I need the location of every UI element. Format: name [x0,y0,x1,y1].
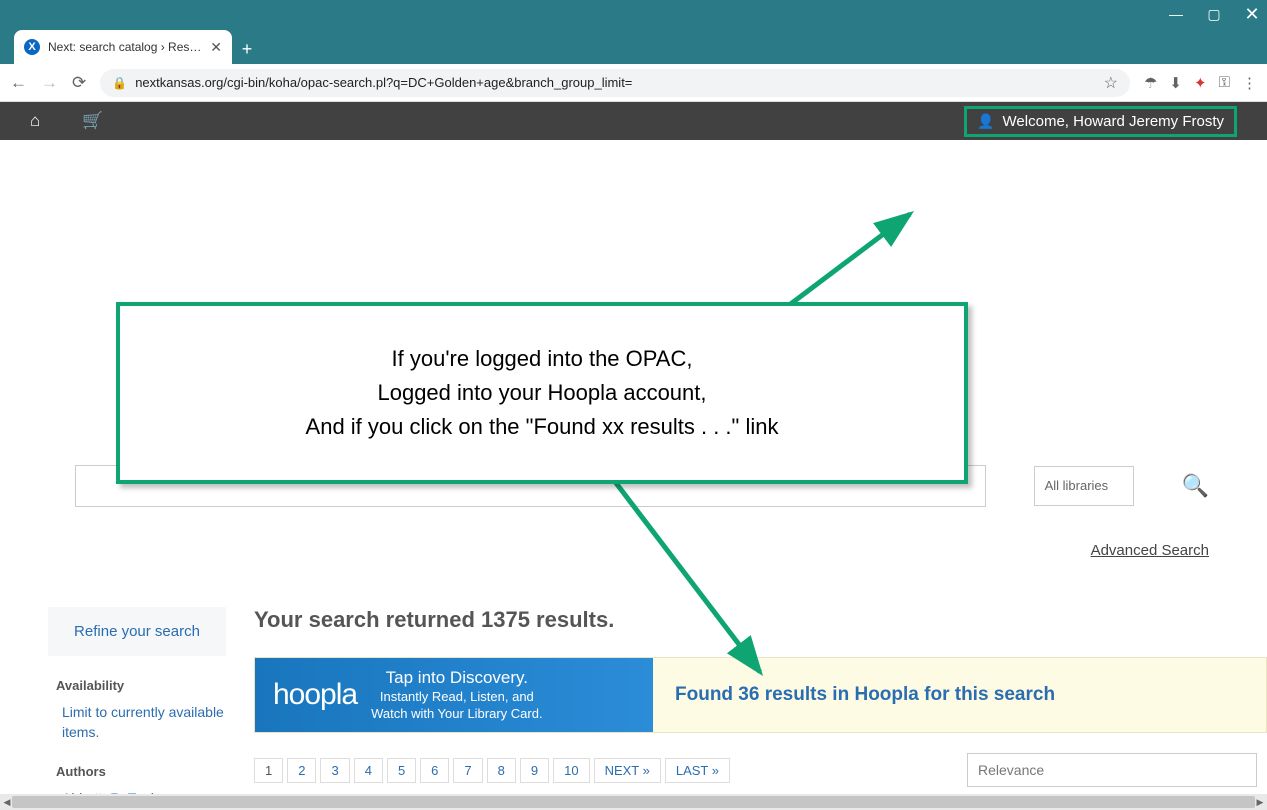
annotation-line: Logged into your Hoopla account, [140,376,944,410]
page-number[interactable]: 4 [354,758,383,783]
maximize-button[interactable]: ▢ [1207,7,1221,21]
home-icon[interactable]: ⌂ [30,111,40,131]
new-tab-button[interactable]: + [232,34,262,64]
tab-close-icon[interactable]: ✕ [210,39,222,56]
address-bar[interactable]: 🔒 nextkansas.org/cgi-bin/koha/opac-searc… [100,69,1130,97]
sidebar-link-available[interactable]: Limit to currently available items. [62,703,226,742]
page-number[interactable]: 2 [287,758,316,783]
hoopla-tagline: Tap into Discovery. Instantly Read, List… [371,667,542,723]
browser-tab-active[interactable]: X Next: search catalog › Results of ✕ [14,30,232,64]
page-number[interactable]: 10 [553,758,589,783]
hoopla-logo: hoopla [273,678,357,712]
page-number[interactable]: 5 [387,758,416,783]
scroll-thumb[interactable] [12,796,1255,808]
browser-tabs: X Next: search catalog › Results of ✕ + [0,28,1267,64]
page-content: ⌂ 🛒 👤 Welcome, Howard Jeremy Frosty If y… [0,102,1267,810]
cart-icon[interactable]: 🛒 [82,111,103,131]
download-icon[interactable]: ⬇ [1169,74,1182,92]
sidebar: Refine your search Availability Limit to… [48,607,226,810]
site-top-nav: ⌂ 🛒 👤 Welcome, Howard Jeremy Frosty [0,102,1267,140]
page-number[interactable]: 6 [420,758,449,783]
pagination: 1 2 3 4 5 6 7 8 9 10 NEXT » LAST » Relev… [254,753,1267,787]
annotation-line: And if you click on the "Found xx result… [140,410,944,444]
user-welcome[interactable]: 👤 Welcome, Howard Jeremy Frosty [964,106,1237,137]
page-number[interactable]: 3 [320,758,349,783]
back-button[interactable]: ← [10,73,27,93]
page-next[interactable]: NEXT » [594,758,661,783]
horizontal-scrollbar[interactable]: ◀ ▶ [0,794,1267,810]
page-number[interactable]: 9 [520,758,549,783]
url-text: nextkansas.org/cgi-bin/koha/opac-search.… [135,75,1095,90]
sidebar-heading-authors: Authors [56,764,226,779]
close-window-button[interactable]: ✕ [1245,7,1259,21]
menu-icon[interactable]: ⋮ [1242,74,1257,92]
tab-title: Next: search catalog › Results of [48,40,202,54]
extension-icons: ☂ ⬇ ✦ ⚿ ⋮ [1144,74,1257,92]
page-last[interactable]: LAST » [665,758,730,783]
favicon-icon: X [24,39,40,55]
advanced-search-link[interactable]: Advanced Search [1091,542,1209,559]
lock-icon: 🔒 [112,76,127,90]
sidebar-heading-availability: Availability [56,678,226,693]
browser-toolbar: ← → ⟳ 🔒 nextkansas.org/cgi-bin/koha/opac… [0,64,1267,102]
annotation-callout: If you're logged into the OPAC, Logged i… [116,302,968,484]
page-number[interactable]: 8 [487,758,516,783]
sort-select[interactable]: Relevance [967,753,1257,787]
library-select[interactable]: All libraries [1034,466,1134,506]
umbrella-icon[interactable]: ☂ [1144,74,1157,92]
annotation-arrow [580,452,800,707]
welcome-text: Welcome, Howard Jeremy Frosty [1003,113,1224,130]
page-number[interactable]: 1 [254,758,283,783]
scroll-right-icon[interactable]: ▶ [1253,794,1267,810]
key-icon[interactable]: ⚿ [1219,74,1230,91]
minimize-button[interactable]: — [1169,7,1183,21]
rocket-icon[interactable]: ✦ [1194,74,1207,92]
reload-button[interactable]: ⟳ [72,73,86,93]
annotation-line: If you're logged into the OPAC, [140,342,944,376]
window-title-bar: — ▢ ✕ [0,0,1267,28]
user-icon: 👤 [977,113,994,130]
search-icon[interactable]: 🔍 [1182,473,1209,499]
page-number[interactable]: 7 [453,758,482,783]
refine-search-link[interactable]: Refine your search [48,607,226,656]
star-icon[interactable]: ☆ [1104,73,1118,93]
forward-button[interactable]: → [41,73,58,93]
